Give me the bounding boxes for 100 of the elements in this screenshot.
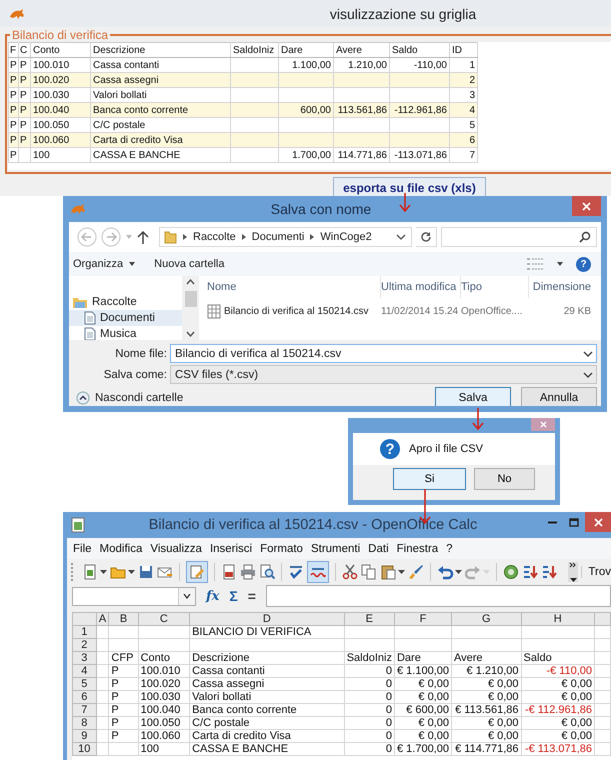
- sort-ascending-icon[interactable]: [522, 564, 538, 580]
- column-header[interactable]: Descrizione: [90, 42, 230, 58]
- caret-icon[interactable]: [396, 234, 406, 240]
- column-header[interactable]: Nome: [207, 276, 381, 298]
- search-field[interactable]: [440, 227, 597, 247]
- column-header[interactable]: H: [521, 612, 595, 626]
- caret-icon[interactable]: [128, 261, 136, 267]
- no-button[interactable]: No: [474, 468, 535, 490]
- column-header[interactable]: SaldoIniz: [230, 42, 278, 58]
- row-header[interactable]: 5: [72, 678, 96, 690]
- pdf-document-icon[interactable]: [221, 564, 237, 580]
- scrollbar[interactable]: [182, 276, 199, 340]
- column-header[interactable]: A: [96, 612, 109, 626]
- check-mark-icon[interactable]: [288, 564, 304, 580]
- help-icon[interactable]: ?: [576, 256, 591, 272]
- corner-cell[interactable]: [72, 612, 96, 626]
- table-cell: 7: [450, 148, 478, 162]
- caret-icon[interactable]: [183, 594, 191, 598]
- row-header[interactable]: 7: [72, 704, 96, 716]
- refresh-button[interactable]: [416, 227, 437, 247]
- menu-item[interactable]: Visualizza: [150, 542, 202, 554]
- close-button[interactable]: [572, 196, 601, 216]
- nav-item[interactable]: Musica: [69, 326, 182, 340]
- column-header[interactable]: Conto: [30, 42, 90, 58]
- file-size: 29 KB: [562, 306, 591, 316]
- equals-icon[interactable]: =: [248, 588, 256, 604]
- nav-item[interactable]: Documenti: [69, 310, 182, 326]
- function-wizard-icon[interactable]: fx: [206, 588, 220, 604]
- scroll-down-icon[interactable]: [186, 331, 195, 337]
- menu-item[interactable]: ?: [446, 542, 453, 554]
- organize-menu[interactable]: Organizza: [73, 258, 124, 270]
- sort-descending-icon[interactable]: [541, 564, 557, 580]
- undo-icon[interactable]: [437, 564, 462, 580]
- row-header[interactable]: 1: [72, 626, 96, 638]
- new-folder-button[interactable]: Nuova cartella: [154, 258, 224, 270]
- row-header[interactable]: 3: [72, 652, 96, 664]
- hide-folders-toggle[interactable]: Nascondi cartelle: [95, 392, 184, 404]
- printer-icon[interactable]: [240, 564, 256, 580]
- menu-item[interactable]: Formato: [260, 542, 303, 554]
- column-header[interactable]: E: [344, 612, 394, 626]
- row-header[interactable]: 9: [72, 730, 96, 742]
- view-options-icon[interactable]: [526, 257, 544, 271]
- column-header[interactable]: F: [394, 612, 452, 626]
- copy-icon[interactable]: [361, 564, 377, 580]
- collapse-icon[interactable]: [76, 390, 90, 404]
- menu-item[interactable]: Inserisci: [210, 542, 252, 554]
- brush-icon[interactable]: [408, 564, 424, 580]
- column-header[interactable]: Dare: [278, 42, 334, 58]
- column-header[interactable]: Avere: [334, 42, 390, 58]
- export-button[interactable]: esporta su file csv (xls): [333, 177, 486, 196]
- menu-item[interactable]: Dati: [368, 542, 389, 554]
- question-icon: ?: [380, 439, 400, 459]
- caret-icon[interactable]: [583, 372, 593, 378]
- sum-icon[interactable]: Σ: [229, 588, 238, 604]
- formula-input[interactable]: [266, 585, 611, 607]
- file-name-field[interactable]: Bilancio di verifica al 150214.csv: [170, 344, 597, 363]
- cancel-button[interactable]: Annulla: [521, 387, 597, 406]
- scissors-icon[interactable]: [342, 564, 358, 580]
- row-header[interactable]: 4: [72, 664, 96, 678]
- column-header[interactable]: Tipo: [461, 276, 529, 298]
- caret-icon[interactable]: [556, 261, 564, 267]
- breadcrumb[interactable]: Raccolte: [193, 231, 236, 243]
- column-header[interactable]: C: [18, 42, 30, 58]
- menu-item[interactable]: File: [73, 542, 92, 554]
- clipboard-icon[interactable]: [380, 564, 405, 580]
- table-cell: P: [108, 690, 138, 704]
- up-arrow-icon[interactable]: [137, 230, 149, 244]
- menu-item[interactable]: Modifica: [100, 542, 142, 554]
- scrollbar-thumb[interactable]: [184, 291, 196, 307]
- close-button[interactable]: [585, 512, 611, 532]
- menu-item[interactable]: Strumenti: [310, 542, 360, 554]
- column-header[interactable]: B: [108, 612, 138, 626]
- row-header[interactable]: 6: [72, 690, 96, 704]
- address-bar[interactable]: Raccolte Documenti WinCoge2: [159, 227, 412, 247]
- column-header[interactable]: G: [451, 612, 522, 626]
- row-header[interactable]: 8: [72, 716, 96, 730]
- breadcrumb[interactable]: Documenti: [252, 231, 304, 243]
- file-type-dropdown[interactable]: CSV files (*.csv): [170, 365, 597, 384]
- column-header[interactable]: D: [190, 612, 344, 626]
- column-header[interactable]: Saldo: [390, 42, 450, 58]
- yes-button[interactable]: Si: [393, 468, 466, 490]
- row-header[interactable]: 2: [72, 638, 96, 652]
- breadcrumb[interactable]: WinCoge2: [320, 231, 372, 243]
- page-magnifier-icon[interactable]: [259, 564, 275, 580]
- chevron-icon: [182, 233, 188, 241]
- caret-icon[interactable]: [583, 350, 593, 356]
- toolbar-overflow-button[interactable]: [568, 562, 578, 582]
- new-spreadsheet-icon[interactable]: [82, 564, 107, 580]
- save-button[interactable]: Salva: [435, 387, 511, 406]
- file-name[interactable]: Bilancio di verifica al 150214.csv: [224, 306, 369, 316]
- column-header[interactable]: Ultima modifica: [381, 276, 461, 298]
- menu-item[interactable]: Finestra: [396, 542, 438, 554]
- nav-item[interactable]: Raccolte: [69, 294, 182, 310]
- column-header[interactable]: ID: [450, 42, 478, 58]
- column-header[interactable]: F: [8, 42, 18, 58]
- column-header[interactable]: C: [138, 612, 190, 626]
- row-header[interactable]: 10: [72, 742, 96, 756]
- find-label[interactable]: Trov: [581, 566, 611, 578]
- scroll-up-icon[interactable]: [186, 279, 195, 285]
- column-header[interactable]: Dimensione: [529, 276, 599, 298]
